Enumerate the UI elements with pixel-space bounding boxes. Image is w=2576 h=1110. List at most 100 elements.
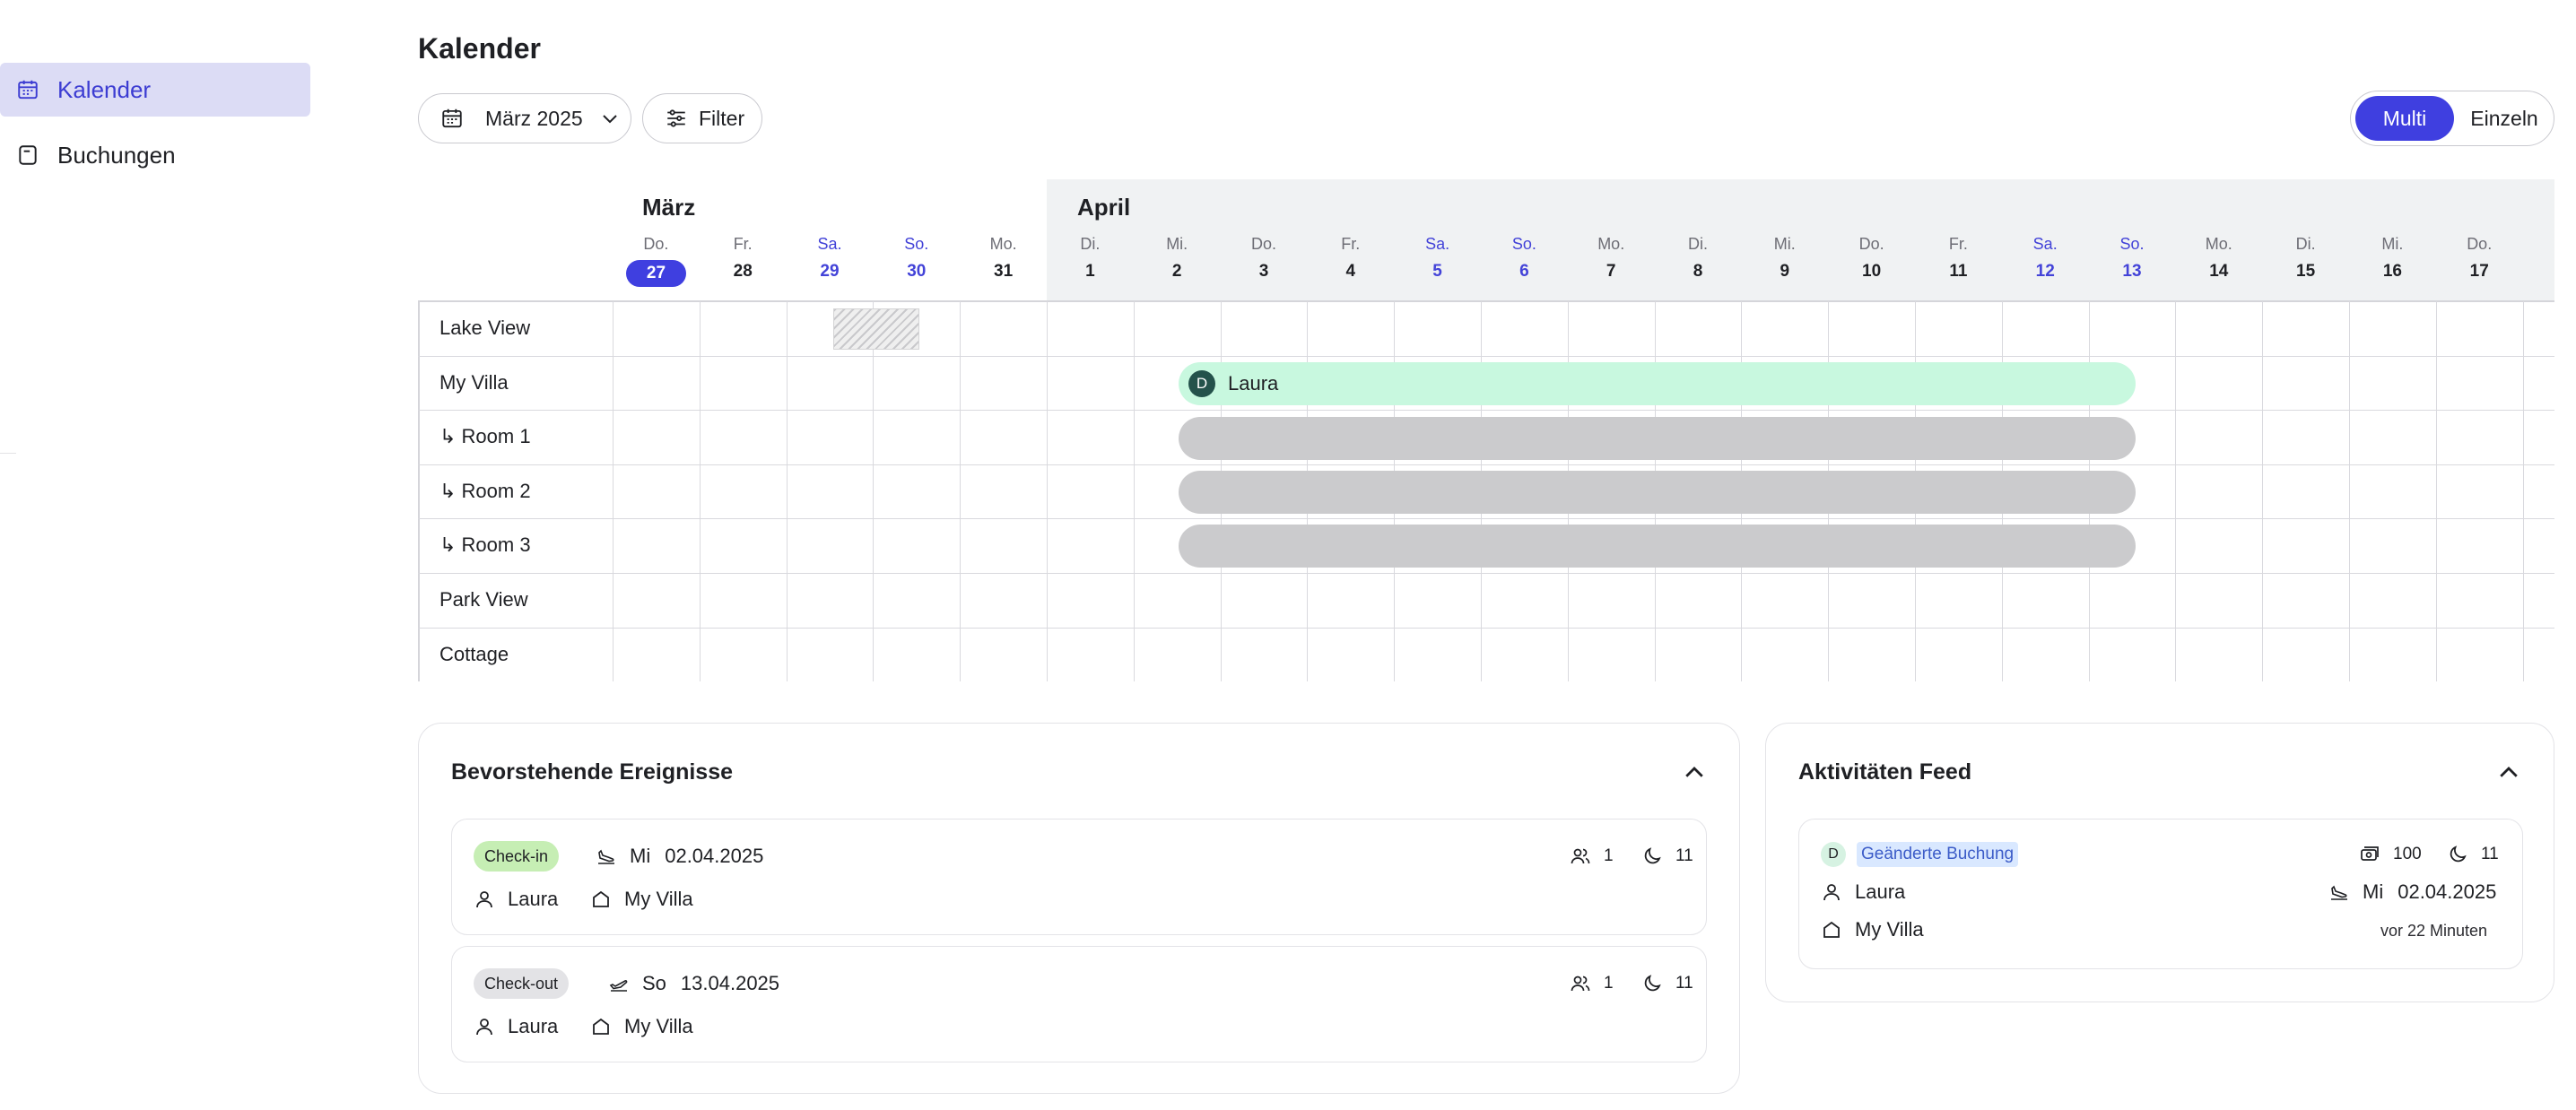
day-name: Do. — [1250, 235, 1276, 253]
day-number: 29 — [820, 262, 840, 281]
panel-title: Bevorstehende Ereignisse — [451, 759, 734, 785]
property-row-label[interactable]: ↳ Room 2 — [439, 464, 531, 518]
day-name: Mo. — [1597, 235, 1625, 253]
room-booking-bar[interactable] — [1179, 417, 2136, 460]
event-weekday: So — [642, 972, 666, 994]
day-number: 13 — [2122, 262, 2142, 281]
home-icon — [593, 890, 609, 907]
activity-amount-value: 100 — [2393, 845, 2422, 863]
home-icon — [593, 1018, 609, 1035]
airplane-takeoff-icon — [609, 980, 628, 992]
moon-icon — [1644, 975, 1661, 992]
day-name: Sa. — [817, 235, 842, 253]
sidebar-item-kalender[interactable]: Kalender — [0, 63, 310, 117]
grid-column-line — [2435, 301, 2437, 681]
day-number: 14 — [2209, 262, 2229, 281]
property-row-label[interactable]: ↳ Room 3 — [439, 518, 531, 572]
day-header: Do. 27 — [613, 179, 700, 301]
event-property-name: My Villa — [624, 888, 693, 910]
grid-column-line — [960, 301, 962, 681]
chevron-up-icon[interactable] — [1681, 759, 1708, 786]
property-row-label[interactable]: ↳ Room 1 — [439, 410, 531, 464]
day-number: 9 — [1780, 262, 1790, 281]
room-booking-bar[interactable] — [1179, 471, 2136, 514]
day-name: Di. — [1687, 235, 1708, 253]
grid-row-line — [418, 518, 2554, 520]
day-name: Do. — [2467, 235, 2493, 253]
day-name: Fr. — [733, 235, 753, 253]
day-number: 30 — [907, 262, 927, 281]
day-number: 28 — [733, 262, 753, 281]
event-guest-count: 1 — [1604, 974, 1614, 993]
property-row-label[interactable]: Park View — [439, 573, 528, 627]
grid-column-line — [786, 301, 788, 681]
day-name: Fr. — [1341, 235, 1361, 253]
home-icon — [1823, 921, 1840, 938]
view-toggle-einzeln[interactable]: Einzeln — [2459, 96, 2550, 141]
grid-left-border — [418, 301, 420, 681]
sidebar-item-label: Kalender — [57, 75, 152, 103]
day-header: Di. 15 — [2262, 179, 2349, 301]
booking-bar[interactable]: D Laura — [1179, 362, 2136, 405]
day-number: 15 — [2296, 262, 2316, 281]
day-header: Mi. 16 — [2349, 179, 2436, 301]
day-header: Di. 1 — [1047, 179, 1134, 301]
event-guest-name: Laura — [508, 888, 559, 910]
sidebar: Kalender Buchungen — [0, 0, 310, 1110]
filter-button[interactable]: Filter — [642, 93, 762, 143]
day-header: Do. 3 — [1221, 179, 1308, 301]
grid-row-line — [418, 464, 2554, 465]
activity-card[interactable]: D Geänderte Buchung 100 11 Laura Mi 02.0… — [1798, 819, 2523, 969]
avatar: D — [1821, 842, 1846, 867]
day-name: Sa. — [2032, 235, 2058, 253]
day-number: 3 — [1258, 262, 1269, 281]
grid-column-line — [1133, 301, 1135, 681]
event-card-checkin[interactable]: Check-in Mi 02.04.2025 1 11 Laura My Vil… — [451, 819, 1707, 935]
event-property: My Villa — [590, 884, 693, 915]
activity-property-name: My Villa — [1855, 918, 1924, 941]
grid-column-line — [2262, 301, 2264, 681]
day-header: Do. 10 — [1828, 179, 1915, 301]
activity-guest-name: Laura — [1855, 880, 1906, 903]
day-number: 16 — [2382, 262, 2402, 281]
day-name: So. — [904, 235, 929, 253]
day-number: 2 — [1171, 262, 1182, 281]
day-number: 12 — [2035, 262, 2055, 281]
month-select[interactable]: März 2025 — [418, 93, 631, 143]
grid-column-line — [1047, 301, 1048, 681]
chevron-up-icon[interactable] — [2495, 759, 2522, 786]
property-row-label[interactable]: My Villa — [439, 356, 509, 410]
user-icon — [476, 1019, 492, 1036]
day-number: 6 — [1519, 262, 1529, 281]
event-night-count: 11 — [1675, 974, 1693, 993]
day-header: Do. 17 — [2436, 179, 2523, 301]
day-header: So. 30 — [873, 179, 960, 301]
day-header: Mo. 14 — [2175, 179, 2262, 301]
property-row-label[interactable]: Cottage — [439, 628, 509, 681]
blocked-cell[interactable] — [833, 308, 919, 350]
day-header: Mi. 2 — [1134, 179, 1221, 301]
event-date-value: 13.04.2025 — [680, 972, 780, 994]
grid-column-line — [2522, 301, 2524, 681]
checkout-badge: Check-out — [474, 968, 570, 999]
property-row-label[interactable]: Lake View — [439, 301, 530, 355]
event-weekday: Mi — [630, 845, 651, 867]
sidebar-item-buchungen[interactable]: Buchungen — [0, 128, 310, 182]
view-toggle-multi[interactable]: Multi — [2355, 96, 2454, 141]
activity-nights: 11 — [2447, 839, 2499, 870]
page-title: Kalender — [418, 32, 541, 65]
grid-column-line — [2175, 301, 2177, 681]
activity-night-count: 11 — [2481, 845, 2499, 863]
money-icon — [2361, 846, 2379, 861]
month-select-value: März 2025 — [485, 106, 583, 130]
event-card-checkout[interactable]: Check-out So 13.04.2025 1 11 Laura My Vi… — [451, 946, 1707, 1062]
day-header: Sa. 5 — [1394, 179, 1481, 301]
sidebar-item-label: Buchungen — [57, 141, 176, 169]
room-booking-bar[interactable] — [1179, 525, 2136, 568]
booking-guest: Laura — [1228, 372, 1279, 395]
day-number: 10 — [1862, 262, 1882, 281]
day-header: Fr. 28 — [700, 179, 787, 301]
day-number: 11 — [1949, 262, 1968, 281]
day-name: Mo. — [989, 235, 1017, 253]
filter-label: Filter — [699, 106, 745, 130]
